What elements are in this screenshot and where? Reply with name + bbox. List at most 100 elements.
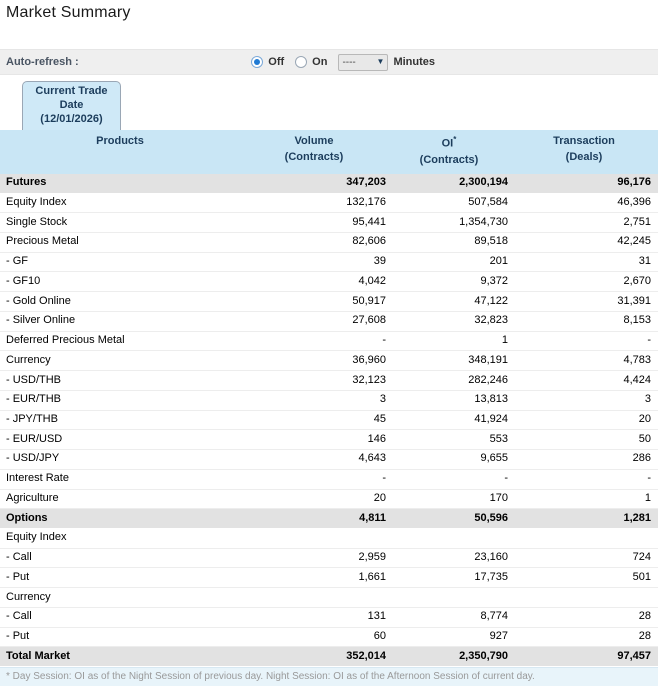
row-oi: 9,655 [480, 452, 508, 465]
table-row: Currency 36,960 348,191 4,783 [0, 351, 658, 372]
row-label: Options [6, 511, 48, 524]
row-label: - Silver Online [6, 314, 76, 327]
table-row: - Call 131 8,774 28 [0, 607, 658, 628]
row-oi: 13,813 [474, 393, 508, 406]
row-deals: 46,396 [617, 195, 651, 208]
radio-dot-icon [254, 59, 261, 65]
row-volume: 27,608 [352, 314, 386, 327]
column-header-oi: OI* (Contracts) [419, 135, 479, 166]
page-title: Market Summary [6, 4, 131, 21]
minutes-select-value: ---- [342, 56, 356, 68]
row-label: Interest Rate [6, 472, 69, 485]
row-oi: 9,372 [480, 274, 508, 287]
row-volume: 146 [367, 432, 386, 445]
autorefresh-off-label: Off [268, 56, 285, 68]
table-row: - GF 39 201 31 [0, 252, 658, 273]
row-oi: 8,774 [480, 610, 508, 623]
row-deals: 1,281 [623, 511, 651, 524]
table-row: - USD/THB 32,123 282,246 4,424 [0, 371, 658, 391]
row-oi [388, 595, 510, 600]
table-row: Interest Rate - - - [0, 469, 658, 490]
row-deals: 3 [644, 393, 651, 406]
table-row: - JPY/THB 45 41,924 20 [0, 410, 658, 431]
row-oi: 41,924 [474, 412, 508, 425]
row-deals: 4,783 [623, 353, 651, 366]
row-deals: 2,670 [623, 274, 651, 287]
row-oi: 1,354,730 [459, 215, 508, 228]
row-label: Total Market [6, 649, 70, 662]
row-label: Currency [6, 353, 51, 366]
autorefresh-off-radio[interactable] [251, 56, 264, 68]
row-deals: 97,457 [617, 649, 651, 662]
table-row: Precious Metal 82,606 89,518 42,245 [0, 232, 658, 253]
row-volume: 50,917 [352, 294, 386, 307]
minutes-select[interactable]: ---- ▼ [338, 53, 389, 71]
table-row: Deferred Precious Metal - 1 - [0, 331, 658, 352]
row-oi: 282,246 [468, 373, 508, 386]
row-deals [510, 536, 658, 541]
row-deals: 31,391 [617, 294, 651, 307]
row-volume [240, 536, 388, 541]
table-row: - USD/JPY 4,643 9,655 286 [0, 450, 658, 470]
row-volume: 1,661 [358, 570, 386, 583]
row-label: - EUR/THB [6, 393, 61, 406]
tab-label-line1: Current Trade Date [35, 85, 108, 111]
table-row: - Put 60 927 28 [0, 627, 658, 648]
row-deals: - [647, 472, 651, 485]
autorefresh-bar: Auto-refresh : Off On ---- ▼ Minutes [0, 49, 658, 75]
row-label: - USD/JPY [6, 452, 60, 465]
column-header-volume: Volume (Contracts) [284, 135, 344, 164]
row-volume: 39 [373, 255, 386, 268]
row-volume: 60 [373, 630, 386, 643]
row-oi: 553 [489, 432, 508, 445]
row-oi: 507,584 [468, 195, 508, 208]
row-label: Futures [6, 176, 47, 189]
row-deals: 50 [638, 432, 651, 445]
row-label: Precious Metal [6, 235, 79, 248]
row-deals: 31 [638, 255, 651, 268]
row-deals: 42,245 [617, 235, 651, 248]
row-deals: 2,751 [623, 215, 651, 228]
row-volume [240, 595, 388, 600]
autorefresh-on-radio[interactable] [295, 56, 308, 68]
row-volume: 45 [373, 412, 386, 425]
row-label: Single Stock [6, 215, 68, 228]
row-volume: 4,811 [359, 511, 386, 524]
row-oi [388, 536, 510, 541]
row-oi: 32,823 [474, 314, 508, 327]
tab-current-trade-date[interactable]: Current Trade Date (12/01/2026) [22, 81, 121, 131]
table-row: - Silver Online 27,608 32,823 8,153 [0, 311, 658, 332]
row-deals: - [647, 334, 651, 347]
row-deals [510, 595, 658, 600]
autorefresh-on-label: On [312, 56, 328, 68]
row-oi: 50,596 [474, 511, 508, 524]
tab-label-line2: (12/01/2026) [40, 112, 103, 125]
row-label: - Call [6, 610, 32, 623]
table-row: - Call 2,959 23,160 724 [0, 548, 658, 569]
autorefresh-controls: Off On ---- ▼ Minutes [251, 53, 435, 71]
table-header: Products Volume (Contracts) OI* (Contrac… [0, 130, 658, 174]
row-deals: 96,176 [617, 176, 651, 189]
row-label: - Put [6, 570, 30, 583]
row-volume: 4,042 [358, 274, 386, 287]
table-row: Total Market 352,014 2,350,790 97,457 [0, 647, 658, 668]
market-table-body: Futures 347,203 2,300,194 96,176 Equity Inde… [0, 173, 658, 668]
footnote: * Day Session: OI as of the Night Sessio… [0, 667, 658, 686]
row-oi: 201 [489, 255, 508, 268]
row-volume: 20 [373, 491, 386, 504]
row-oi: 170 [489, 491, 508, 504]
row-label: - GF [6, 255, 28, 268]
table-row: Equity Index [0, 529, 658, 549]
row-oi: 89,518 [474, 235, 508, 248]
minutes-label: Minutes [393, 56, 435, 68]
row-oi: 47,122 [474, 294, 508, 307]
table-row: Single Stock 95,441 1,354,730 2,751 [0, 213, 658, 233]
row-volume: 347,203 [346, 176, 386, 189]
column-header-products: Products [96, 135, 144, 148]
row-label: Equity Index [6, 195, 67, 208]
row-oi: 348,191 [468, 353, 508, 366]
row-label: - EUR/USD [6, 432, 63, 445]
row-oi: 23,160 [474, 551, 508, 564]
row-label: - Call [6, 551, 32, 564]
row-deals: 28 [638, 630, 651, 643]
